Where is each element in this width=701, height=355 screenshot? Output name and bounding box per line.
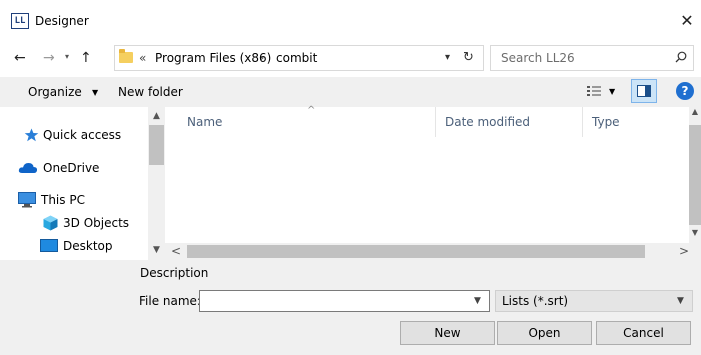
up-folder-button[interactable]: ↑ [80,48,92,68]
forward-button[interactable]: → [43,48,55,68]
chevron-down-icon[interactable]: ▼ [474,293,481,309]
help-button[interactable]: ? [676,82,694,100]
column-header-date-modified[interactable]: Date modified [445,114,530,130]
organize-caret-icon[interactable]: ▼ [92,85,98,101]
refresh-button[interactable]: ↻ [463,50,474,66]
scroll-down-icon[interactable]: ▼ [689,228,701,237]
open-button[interactable]: Open [497,321,592,345]
scroll-down-icon[interactable]: ▼ [148,243,165,257]
nav-item-3d-objects[interactable]: 3D Objects [0,212,148,234]
new-button[interactable]: New [400,321,495,345]
cancel-button[interactable]: Cancel [596,321,691,345]
search-input[interactable]: Search LL26 [490,45,694,71]
address-bar[interactable]: « Program Files (x86) › combit ▾ ↻ [114,45,484,71]
folder-icon [119,49,133,63]
sort-caret-icon: ^ [307,105,316,116]
breadcrumb-separator[interactable]: › [260,50,264,66]
scroll-thumb[interactable] [187,245,645,258]
preview-pane-icon [637,85,651,97]
scroll-thumb[interactable] [149,125,164,165]
file-name-label: File name: [139,294,201,308]
scroll-thumb[interactable] [689,125,701,225]
file-list-horizontal-scrollbar[interactable]: < > [165,243,701,260]
address-overflow-button[interactable]: « [139,50,146,66]
nav-item-desktop[interactable]: Desktop [0,235,148,257]
title-bar: LL Designer ✕ [0,0,701,42]
nav-item-label: Quick access [43,128,122,142]
preview-pane-button[interactable] [631,79,657,103]
new-folder-button[interactable]: New folder [118,84,183,100]
nav-item-label: Desktop [63,239,113,253]
cloud-icon [18,163,38,173]
file-name-input[interactable] [203,293,458,309]
scroll-up-icon[interactable]: ▲ [689,107,701,116]
view-dropdown-icon[interactable]: ▼ [609,84,615,100]
star-icon [24,128,39,142]
scroll-right-icon[interactable]: > [679,243,689,260]
nav-item-this-pc[interactable]: This PC [0,189,148,211]
column-divider[interactable] [435,107,436,137]
search-icon[interactable] [675,51,687,63]
nav-item-label: OneDrive [43,161,100,175]
scroll-left-icon[interactable]: < [171,243,181,260]
column-header-type[interactable]: Type [592,114,620,130]
dialog-footer: Description File name: ▼ Lists (*.srt) ▼… [0,260,701,355]
column-divider[interactable] [582,107,583,137]
nav-item-onedrive[interactable]: OneDrive [0,157,148,179]
recent-locations-button[interactable]: ▾ [65,52,69,61]
file-list-vertical-scrollbar[interactable]: ▲ ▼ [689,107,701,243]
cube-icon [43,215,58,231]
desktop-icon [40,239,58,252]
nav-item-label: 3D Objects [63,216,130,230]
organize-button[interactable]: Organize [28,84,82,100]
chevron-down-icon[interactable]: ▼ [677,293,684,309]
file-type-value: Lists (*.srt) [502,294,569,308]
back-button[interactable]: ← [14,48,26,68]
address-dropdown-button[interactable]: ▾ [445,50,450,66]
scroll-up-icon[interactable]: ▲ [148,110,165,122]
app-icon: LL [11,13,29,29]
command-bar: Organize ▼ New folder ▼ ? [0,77,701,107]
close-button[interactable]: ✕ [676,9,698,33]
column-header-name[interactable]: Name [187,114,222,130]
file-name-combo[interactable]: ▼ [199,290,490,312]
file-type-select[interactable]: Lists (*.srt) ▼ [495,290,693,312]
nav-pane-scrollbar[interactable]: ▲ ▼ [148,107,165,260]
nav-item-quick-access[interactable]: Quick access [0,124,148,146]
window-title: Designer [35,14,89,28]
search-placeholder: Search LL26 [501,51,575,65]
computer-icon [18,192,36,208]
nav-item-label: This PC [41,193,85,207]
breadcrumb-program-files[interactable]: Program Files (x86) [155,50,271,66]
file-list[interactable]: ^ Name Date modified Type ▲ ▼ < > [165,105,701,260]
breadcrumb-combit[interactable]: combit [276,50,317,66]
navigation-pane: Quick access OneDrive This PC 3D Objects… [0,107,165,260]
description-label: Description [140,266,209,280]
view-options-icon[interactable] [587,85,601,97]
